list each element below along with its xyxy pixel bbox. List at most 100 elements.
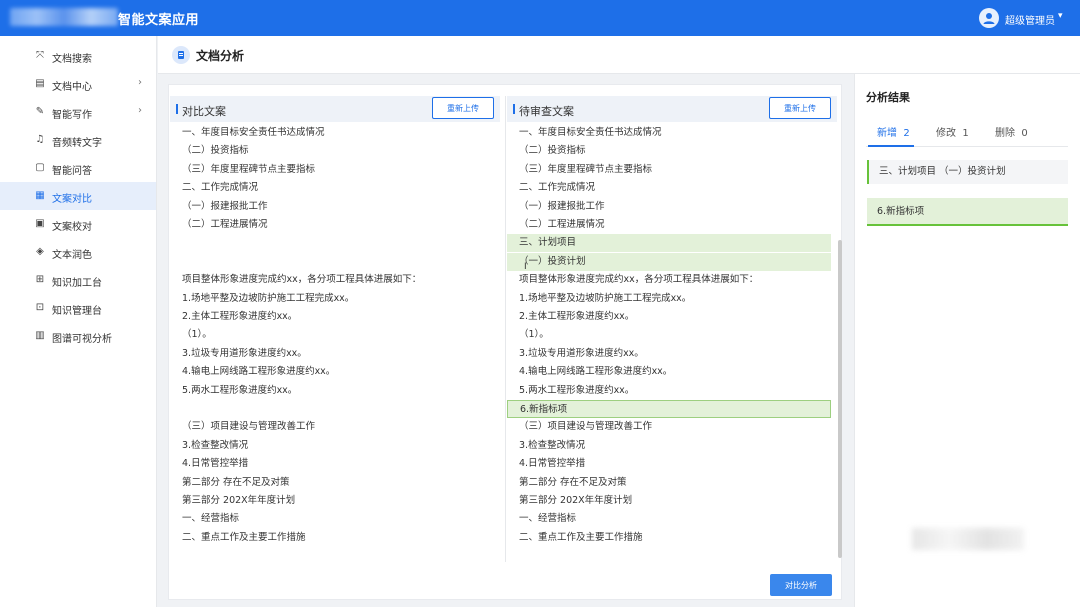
page-title: 文档分析 bbox=[196, 49, 245, 63]
document-line: 2.主体工程形象进度约xx。 bbox=[182, 311, 298, 322]
sidebar-item[interactable]: ⤧ 文档搜索 bbox=[0, 42, 156, 70]
document-line: 二、重点工作及主要工作措施 bbox=[519, 531, 643, 543]
document-line: 3.垃圾专用道形象进度约xx。 bbox=[519, 347, 644, 359]
sidebar-item[interactable]: ♫ 音频转文字 bbox=[0, 126, 156, 154]
panel-header: 待审查文案 重新上传 bbox=[507, 96, 837, 122]
sidebar-item[interactable]: ▢ 智能问答 bbox=[0, 154, 156, 182]
chevron-down-icon[interactable]: ▾ bbox=[1058, 11, 1063, 21]
document-line: （二）工程进展情况 bbox=[519, 219, 605, 230]
document-line: 3.垃圾专用道形象进度约xx。 bbox=[182, 347, 307, 359]
document-line: 项目整体形象进度完成约xx，各分项工程具体进展如下： bbox=[182, 274, 422, 286]
document-line: 第二部分 存在不足及对策 bbox=[182, 476, 290, 488]
document-line: （二）工程进展情况 bbox=[182, 219, 268, 230]
document-line: （一）报建报批工作 bbox=[182, 200, 268, 212]
app-title: 智能文案应用 bbox=[118, 13, 200, 28]
sidebar-item-label: 文档中心 bbox=[52, 82, 92, 93]
sidebar-item-icon: ▣ bbox=[35, 218, 45, 229]
document-line: （1）。 bbox=[182, 329, 212, 341]
tab-label: 新增 bbox=[877, 128, 897, 139]
analyze-button[interactable]: 对比分析 bbox=[770, 574, 832, 596]
chevron-right-icon: › bbox=[138, 77, 142, 88]
sidebar-item[interactable]: ▤ 文档中心 › bbox=[0, 70, 156, 98]
user-name[interactable]: 超级管理员 bbox=[1005, 12, 1055, 27]
document-line: 一、经营指标 bbox=[182, 513, 240, 525]
sidebar-item-icon: ▥ bbox=[35, 330, 45, 341]
active-tab-indicator bbox=[868, 145, 914, 147]
document-line: 3.检查整改情况 bbox=[519, 439, 586, 451]
logo bbox=[10, 8, 118, 26]
sidebar-item-icon: ⊡ bbox=[35, 302, 45, 313]
review-document-panel: 待审查文案 重新上传 一、年度目标安全责任书达成情况 （二）投资指标 （三）年度里程… bbox=[507, 96, 837, 562]
document-line: 二、工作完成情况 bbox=[519, 182, 596, 194]
sidebar-item-label: 文档搜索 bbox=[52, 54, 92, 65]
user-avatar-icon[interactable] bbox=[979, 8, 999, 28]
document-line: 第三部分 202X年年度计划 bbox=[182, 495, 296, 506]
tab-count: 1 bbox=[962, 128, 969, 139]
document-line: 二、工作完成情况 bbox=[182, 182, 259, 194]
watermark bbox=[912, 528, 1024, 550]
reupload-button[interactable]: 重新上传 bbox=[769, 97, 831, 119]
document-line: 4.输电上网线路工程形象进度约xx。 bbox=[519, 366, 673, 378]
text-cursor-icon: I bbox=[524, 262, 527, 272]
sidebar-item[interactable]: ▦ 文案对比 bbox=[0, 182, 156, 210]
document-line: 1.场地平整及边坡防护施工工程完成xx。 bbox=[519, 292, 692, 304]
sidebar-item[interactable]: ⊡ 知识管理台 bbox=[0, 294, 156, 322]
sidebar-item-label: 智能问答 bbox=[52, 166, 92, 177]
tab-label: 删除 bbox=[995, 128, 1015, 139]
document-line: 第三部分 202X年年度计划 bbox=[519, 495, 633, 506]
document-line: （三）项目建设与管理改善工作 bbox=[519, 421, 653, 433]
document-line: （三）年度里程碑节点主要指标 bbox=[182, 163, 316, 175]
tab-count: 2 bbox=[903, 128, 910, 139]
sidebar-item-icon: ▦ bbox=[35, 190, 45, 201]
result-title: 分析结果 bbox=[866, 91, 910, 104]
tab-modified[interactable]: 修改 1 bbox=[936, 124, 969, 139]
sidebar-item-label: 音频转文字 bbox=[52, 138, 102, 149]
sidebar-item-icon: ⤧ bbox=[36, 50, 44, 61]
document-line: 一、年度目标安全责任书达成情况 bbox=[182, 127, 325, 138]
tab-label: 修改 bbox=[936, 128, 956, 139]
sidebar-item[interactable]: ⊞ 知识加工台 bbox=[0, 266, 156, 294]
sidebar-item[interactable]: ◈ 文本润色 bbox=[0, 238, 156, 266]
sidebar-item[interactable]: ▣ 文案校对 bbox=[0, 210, 156, 238]
panel-title: 对比文案 bbox=[182, 105, 226, 118]
panel-header: 对比文案 重新上传 bbox=[170, 96, 500, 122]
tab-added[interactable]: 新增 2 bbox=[877, 124, 910, 139]
document-line: 二、重点工作及主要工作措施 bbox=[182, 531, 306, 543]
reupload-button[interactable]: 重新上传 bbox=[432, 97, 494, 119]
sidebar-item-label: 智能写作 bbox=[52, 110, 92, 121]
sidebar-item-label: 文案对比 bbox=[52, 194, 92, 205]
sidebar-item-icon: ◈ bbox=[36, 246, 44, 257]
top-bar: 智能文案应用 超级管理员 ▾ bbox=[0, 0, 1080, 36]
title-accent-bar bbox=[176, 104, 178, 114]
sidebar-item-icon: ✎ bbox=[35, 106, 45, 117]
tab-deleted[interactable]: 删除 0 bbox=[995, 124, 1028, 139]
sidebar-item[interactable]: ▥ 图谱可视分析 bbox=[0, 322, 156, 350]
sidebar-item-icon: ▢ bbox=[35, 162, 45, 173]
document-line: （二）投资指标 bbox=[519, 145, 586, 157]
sidebar-item-label: 文案校对 bbox=[52, 222, 92, 233]
document-line: （一）报建报批工作 bbox=[519, 200, 605, 212]
document-line: （1）。 bbox=[519, 329, 549, 341]
page-header: 文档分析 bbox=[158, 36, 1080, 74]
document-line: 2.主体工程形象进度约xx。 bbox=[519, 311, 635, 322]
document-icon bbox=[172, 46, 190, 64]
title-accent-bar bbox=[513, 104, 515, 114]
document-line: 4.日常管控举措 bbox=[182, 458, 249, 470]
document-line: 6.新指标项 bbox=[507, 400, 831, 418]
result-item[interactable]: 三、计划项目 （一）投资计划 bbox=[867, 160, 1068, 184]
scrollbar[interactable] bbox=[838, 240, 842, 558]
sidebar-item-label: 知识管理台 bbox=[52, 306, 102, 317]
document-line: 三、计划项目 bbox=[507, 234, 831, 253]
divider bbox=[505, 96, 506, 562]
document-line: （三）年度里程碑节点主要指标 bbox=[519, 163, 653, 175]
document-line: 第二部分 存在不足及对策 bbox=[519, 476, 627, 488]
result-item[interactable]: 6.新指标项 bbox=[867, 198, 1068, 226]
tab-count: 0 bbox=[1021, 128, 1028, 139]
document-line: 1.场地平整及边坡防护施工工程完成xx。 bbox=[182, 292, 355, 304]
sidebar-item-label: 知识加工台 bbox=[52, 278, 102, 289]
sidebar-item[interactable]: ✎ 智能写作 › bbox=[0, 98, 156, 126]
document-line: （三）项目建设与管理改善工作 bbox=[182, 421, 316, 433]
